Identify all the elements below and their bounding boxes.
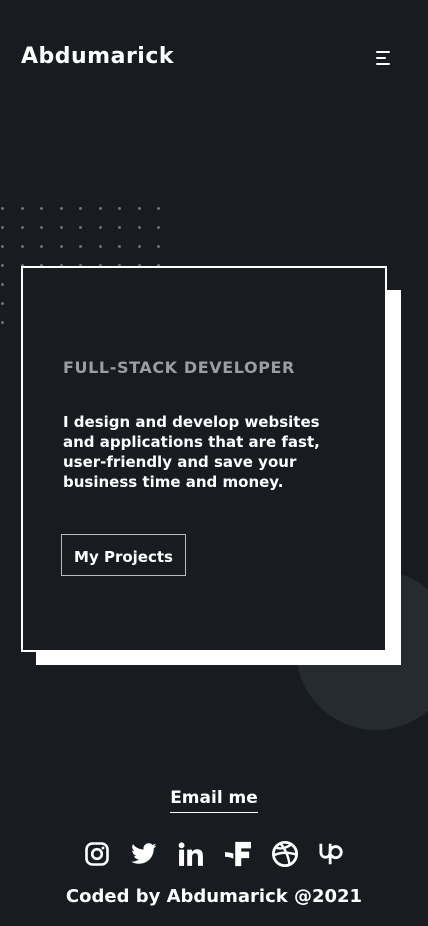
page: Abdumarick FULL-STACK DEVELOPER I design… bbox=[0, 0, 428, 926]
pattern-dot bbox=[59, 245, 63, 248]
pattern-dot bbox=[59, 226, 63, 229]
hero-description: I design and develop websites and applic… bbox=[63, 413, 320, 491]
dribbble-icon[interactable] bbox=[271, 838, 298, 870]
pattern-dot bbox=[1, 321, 4, 324]
pattern-dot bbox=[40, 207, 43, 210]
pattern-dot bbox=[40, 245, 43, 248]
pattern-dot bbox=[157, 226, 160, 229]
pattern-dot bbox=[79, 226, 82, 229]
pattern-dot bbox=[20, 245, 24, 248]
pattern-dot bbox=[98, 207, 102, 210]
pattern-dot bbox=[118, 245, 121, 248]
pattern-dot bbox=[137, 226, 141, 229]
instagram-icon[interactable] bbox=[84, 838, 110, 870]
pattern-dot bbox=[1, 302, 4, 305]
twitter-icon[interactable] bbox=[130, 838, 157, 870]
pattern-dot bbox=[1, 207, 4, 210]
pattern-dot bbox=[137, 245, 141, 248]
social-links bbox=[0, 838, 428, 870]
pattern-dot bbox=[137, 207, 141, 210]
pattern-dot bbox=[20, 207, 24, 210]
upwork-icon[interactable] bbox=[318, 838, 345, 870]
pattern-dot bbox=[1, 226, 4, 229]
pattern-dot bbox=[118, 207, 121, 210]
pattern-dot bbox=[157, 245, 160, 248]
role-title: FULL-STACK DEVELOPER bbox=[63, 358, 295, 377]
email-link-wrapper: Email me bbox=[0, 788, 428, 813]
footer-credit: Coded by Abdumarick @2021 bbox=[65, 886, 363, 907]
email-me-link[interactable]: Email me bbox=[170, 788, 258, 813]
pattern-dot bbox=[1, 245, 4, 248]
pattern-dot bbox=[79, 207, 82, 210]
hero-card: FULL-STACK DEVELOPER I design and develo… bbox=[21, 266, 387, 652]
brand-logo[interactable]: Abdumarick bbox=[21, 44, 174, 69]
freelancer-icon[interactable] bbox=[224, 838, 251, 870]
pattern-dot bbox=[98, 245, 102, 248]
pattern-dot bbox=[1, 264, 4, 267]
hamburger-menu-icon[interactable] bbox=[372, 48, 396, 68]
pattern-dot bbox=[157, 207, 160, 210]
pattern-dot bbox=[79, 245, 82, 248]
pattern-dot bbox=[1, 283, 4, 286]
pattern-dot bbox=[98, 226, 102, 229]
linkedin-icon[interactable] bbox=[178, 838, 204, 870]
pattern-dot bbox=[40, 226, 43, 229]
pattern-dot bbox=[20, 226, 24, 229]
pattern-dot bbox=[118, 226, 121, 229]
pattern-dot bbox=[59, 207, 63, 210]
my-projects-button[interactable]: My Projects bbox=[61, 534, 186, 576]
